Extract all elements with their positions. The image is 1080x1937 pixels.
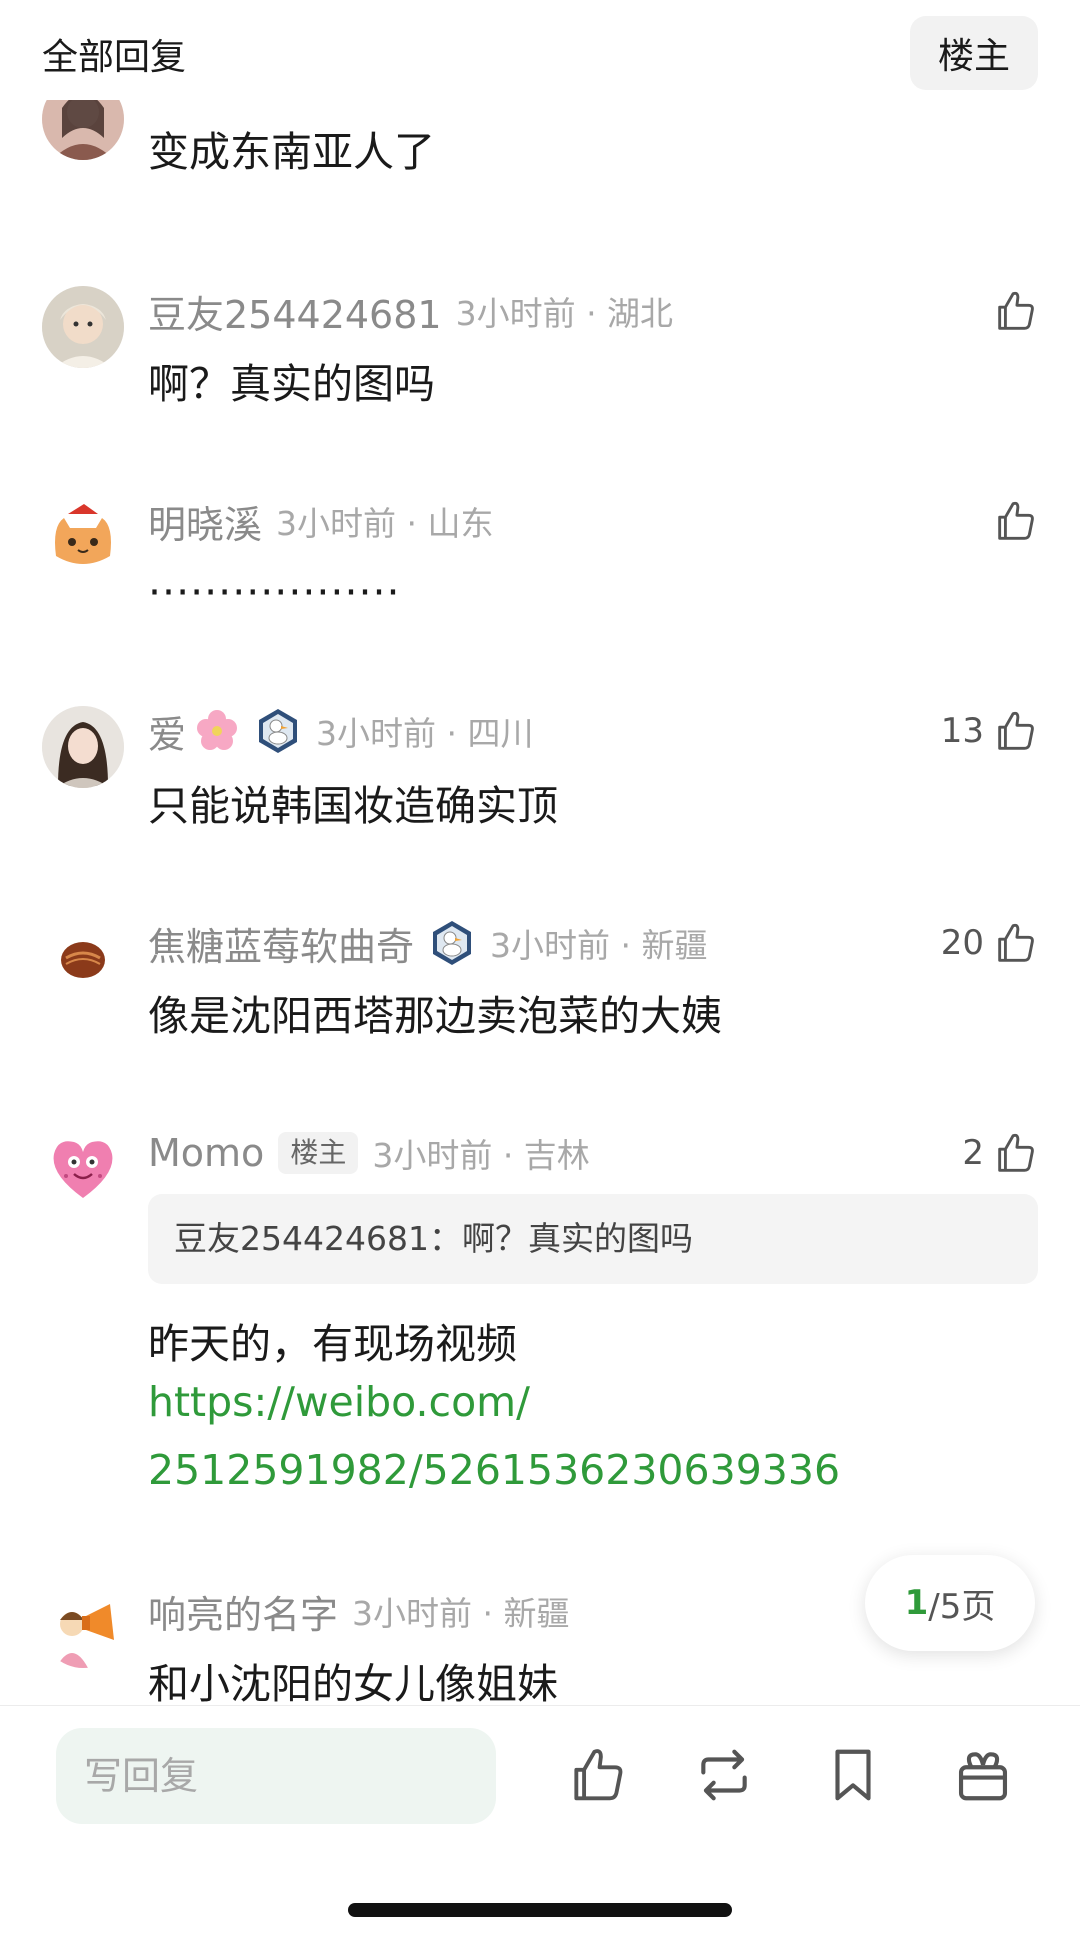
like-button[interactable] <box>992 496 1038 546</box>
avatar[interactable] <box>42 496 124 578</box>
comment-text: ·················· <box>148 568 401 616</box>
comment-text: 只能说韩国妆造确实顶 <box>148 782 558 830</box>
time-location: 3小时前 · 四川 <box>316 714 534 753</box>
avatar[interactable] <box>42 286 124 368</box>
thumbs-up-icon <box>574 1749 623 1801</box>
page-title: 全部回复 <box>42 37 187 78</box>
header: 全部回复 楼主 <box>0 0 1080 100</box>
like-count: 13 <box>940 711 984 751</box>
bookmark-icon <box>835 1749 871 1801</box>
comment-meta: Momo 楼主 3小时前 · 吉林 <box>148 1128 590 1178</box>
time-location: 3小时前 · 湖北 <box>455 294 674 333</box>
comment-text: 昨天的，有现场视频 <box>148 1320 517 1368</box>
like-count: 2 <box>962 1133 984 1173</box>
thumbs-up-icon <box>998 501 1034 540</box>
time-location: 3小时前 · 新疆 <box>352 1594 570 1633</box>
repost-button[interactable] <box>693 1744 755 1806</box>
op-only-button[interactable]: 楼主 <box>910 16 1038 90</box>
bottom-action-bar: 写回复 <box>0 1705 1080 1937</box>
username[interactable]: 爱 <box>148 704 186 759</box>
comment-list: 变成东南亚人了 豆友254424681 3小时前 · 湖北 啊？真实的图吗 明晓… <box>0 0 1080 1705</box>
cherry-blossom-icon <box>194 708 240 754</box>
time-location: 3小时前 · 新疆 <box>490 926 708 965</box>
time-location: 3小时前 · 山东 <box>276 504 494 543</box>
time-location: 3小时前 · 吉林 <box>372 1136 590 1175</box>
comment-meta: 响亮的名字 3小时前 · 新疆 <box>148 1584 570 1639</box>
like-button[interactable] <box>566 1744 628 1806</box>
comment-text: 变成东南亚人了 <box>148 128 435 176</box>
comment-text: 和小沈阳的女儿像姐妹 <box>148 1660 558 1705</box>
current-page: 1 <box>904 1583 929 1623</box>
username[interactable]: Momo <box>148 1131 264 1175</box>
like-count: 20 <box>940 923 984 963</box>
page-indicator[interactable]: 1/5页 <box>865 1555 1035 1651</box>
comment-text: 啊？真实的图吗 <box>148 360 435 408</box>
thumbs-up-icon <box>998 711 1034 750</box>
comment-meta: 焦糖蓝莓软曲奇 3小时前 · 新疆 <box>148 916 708 971</box>
avatar[interactable] <box>42 918 124 1000</box>
like-button[interactable]: 2 <box>962 1128 1038 1178</box>
comment-meta: 爱 3小时前 · 四川 <box>148 704 534 759</box>
comment-meta: 明晓溪 3小时前 · 山东 <box>148 494 494 549</box>
username[interactable]: 焦糖蓝莓软曲奇 <box>148 916 414 971</box>
username[interactable]: 响亮的名字 <box>148 1584 338 1639</box>
like-button[interactable] <box>992 286 1038 336</box>
gift-icon <box>958 1752 1008 1801</box>
like-button[interactable]: 13 <box>941 706 1038 756</box>
comment-meta: 豆友254424681 3小时前 · 湖北 <box>148 284 674 339</box>
comment-link[interactable]: https://weibo.com/ <box>148 1378 530 1426</box>
avatar[interactable] <box>42 1586 124 1668</box>
home-indicator <box>348 1903 732 1917</box>
comment-text: 像是沈阳西塔那边卖泡菜的大姨 <box>148 992 722 1040</box>
op-tag: 楼主 <box>278 1132 359 1174</box>
duck-badge-icon <box>428 919 476 967</box>
bookmark-button[interactable] <box>822 1744 884 1806</box>
quoted-reply[interactable]: 豆友254424681：啊？真实的图吗 <box>148 1194 1038 1284</box>
gift-button[interactable] <box>952 1744 1014 1806</box>
thumbs-up-icon <box>998 291 1034 330</box>
repost-icon <box>701 1749 747 1801</box>
username[interactable]: 明晓溪 <box>148 494 262 549</box>
comment-link[interactable]: 2512591982/5261536230639336 <box>148 1446 840 1494</box>
username[interactable]: 豆友254424681 <box>148 284 442 339</box>
thumbs-up-icon <box>998 923 1034 962</box>
total-pages: /5页 <box>928 1586 996 1627</box>
reply-input[interactable]: 写回复 <box>56 1728 496 1824</box>
duck-badge-icon <box>254 707 302 755</box>
avatar[interactable] <box>42 1128 124 1210</box>
avatar[interactable] <box>42 706 124 788</box>
like-button[interactable]: 20 <box>941 918 1038 968</box>
thumbs-up-icon <box>998 1133 1034 1172</box>
